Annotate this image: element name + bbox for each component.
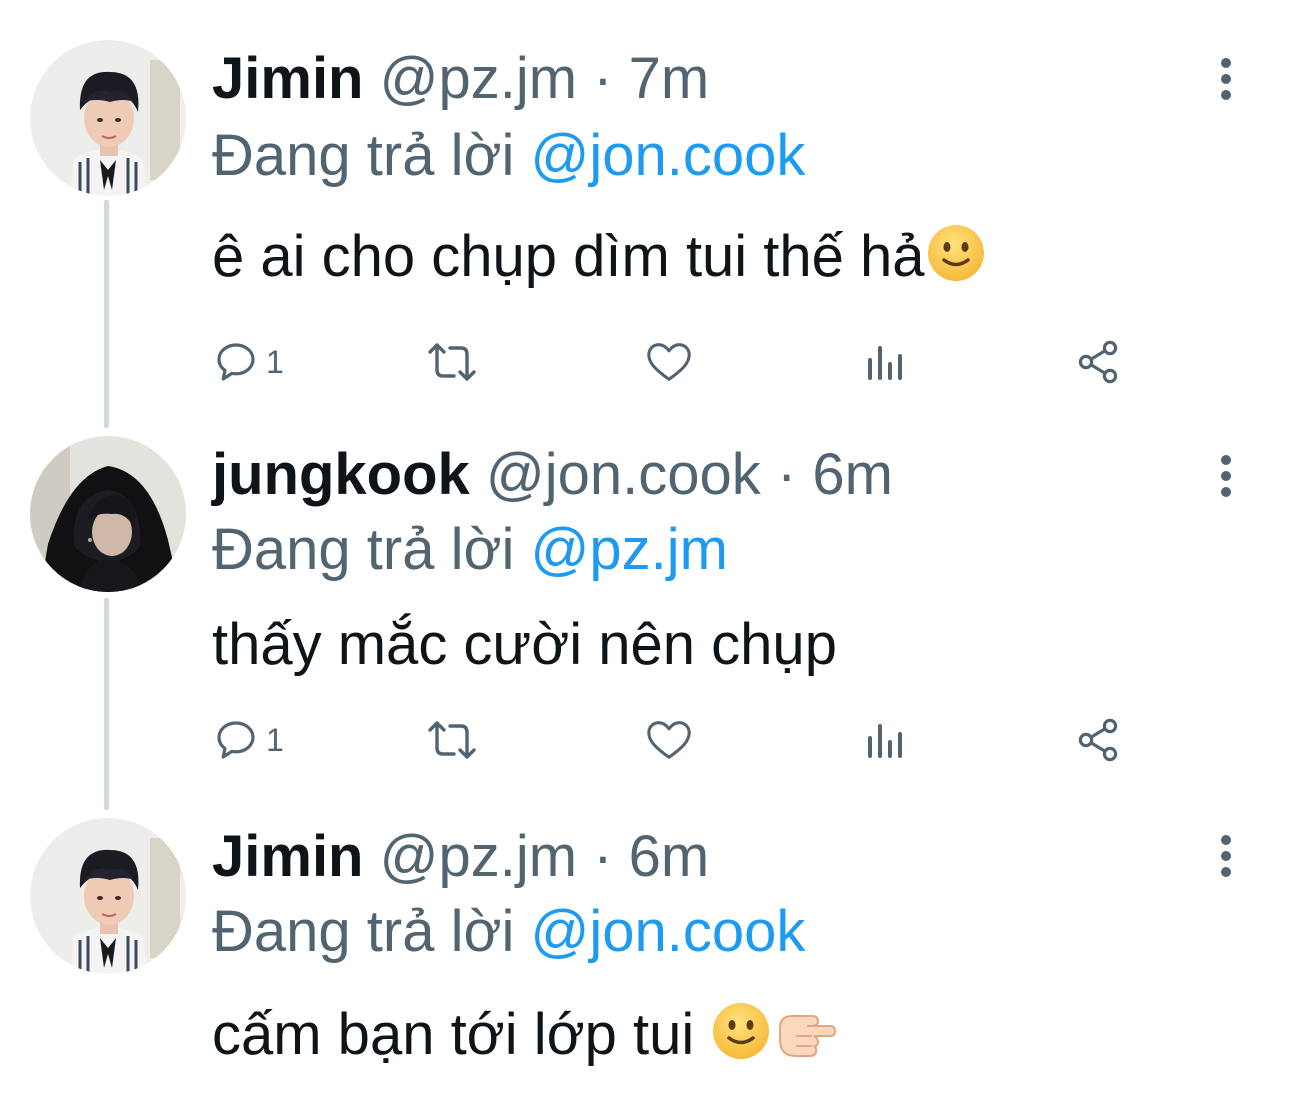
- separator-dot: ·: [593, 824, 613, 889]
- tweet-text-content: thấy mắc cười nên chụp: [212, 612, 837, 677]
- avatar[interactable]: [30, 40, 186, 196]
- tweet[interactable]: Jimin @pz.jm · 7m Đang trả lời @jon.cook…: [0, 0, 1290, 420]
- replying-to-label: Đang trả lời: [212, 123, 515, 188]
- views-button[interactable]: [862, 710, 906, 770]
- replying-to-label: Đang trả lời: [212, 517, 515, 582]
- tweet[interactable]: Jimin @pz.jm · 6m Đang trả lời @jon.cook…: [0, 800, 1290, 1097]
- tweet-text-content: ê ai cho chụp dìm tui thế hả: [212, 224, 925, 289]
- slightly-smiling-face-icon: [710, 1000, 772, 1078]
- timestamp[interactable]: 7m: [629, 46, 710, 111]
- reply-button[interactable]: 1: [212, 710, 284, 770]
- separator-dot: ·: [593, 46, 613, 111]
- jimin-avatar: [30, 40, 186, 196]
- user-handle[interactable]: @pz.jm: [380, 46, 577, 111]
- tweet-header: Jimin @pz.jm · 7m: [212, 44, 709, 114]
- like-icon: [647, 721, 691, 759]
- reply-mention-link[interactable]: @jon.cook: [531, 899, 806, 964]
- reply-icon: [217, 721, 255, 759]
- tweet-text-content: cấm bạn tới lớp tui: [212, 1002, 695, 1067]
- avatar[interactable]: [30, 436, 186, 592]
- retweet-button[interactable]: [424, 332, 480, 392]
- backhand-index-pointing-right-icon: [772, 1000, 838, 1078]
- reply-mention-link[interactable]: @pz.jm: [531, 517, 728, 582]
- reply-count: 1: [266, 721, 284, 758]
- user-handle[interactable]: @pz.jm: [380, 824, 577, 889]
- share-button[interactable]: [1074, 332, 1122, 392]
- views-button[interactable]: [862, 332, 906, 392]
- retweet-button[interactable]: [424, 710, 480, 770]
- retweet-icon: [428, 721, 476, 759]
- replying-to: Đang trả lời @pz.jm: [212, 515, 728, 585]
- like-button[interactable]: [644, 710, 694, 770]
- separator-dot: ·: [776, 442, 797, 507]
- more-options-icon[interactable]: [1212, 832, 1240, 880]
- tweet-header: Jimin @pz.jm · 6m: [212, 822, 709, 892]
- retweet-icon: [428, 343, 476, 381]
- views-icon: [868, 346, 902, 380]
- reply-count: 1: [266, 343, 284, 380]
- replying-to: Đang trả lời @jon.cook: [212, 121, 805, 191]
- tweet[interactable]: jungkook @jon.cook · 6m Đang trả lời @pz…: [0, 420, 1290, 800]
- like-button[interactable]: [644, 332, 694, 392]
- display-name[interactable]: jungkook: [212, 442, 470, 507]
- tweet-actions: 1: [212, 332, 1172, 392]
- timestamp[interactable]: 6m: [629, 824, 710, 889]
- share-icon: [1078, 718, 1118, 762]
- reply-mention-link[interactable]: @jon.cook: [531, 123, 806, 188]
- slightly-smiling-face-icon: [925, 222, 987, 300]
- user-handle[interactable]: @jon.cook: [486, 442, 761, 507]
- share-button[interactable]: [1074, 710, 1122, 770]
- share-icon: [1078, 340, 1118, 384]
- more-options-icon[interactable]: [1212, 55, 1240, 103]
- reply-icon: [217, 343, 255, 381]
- reply-button[interactable]: 1: [212, 332, 284, 392]
- tweet-actions: 1: [212, 710, 1172, 770]
- jimin-avatar: [30, 818, 186, 974]
- display-name[interactable]: Jimin: [212, 824, 364, 889]
- avatar[interactable]: [30, 818, 186, 974]
- tweet-text: ê ai cho chụp dìm tui thế hả: [212, 222, 987, 300]
- display-name[interactable]: Jimin: [212, 46, 364, 111]
- more-options-icon[interactable]: [1212, 452, 1240, 500]
- tweet-text: cấm bạn tới lớp tui: [212, 1000, 838, 1078]
- replying-to-label: Đang trả lời: [212, 899, 515, 964]
- views-icon: [868, 724, 902, 758]
- timestamp[interactable]: 6m: [812, 442, 893, 507]
- tweet-header: jungkook @jon.cook · 6m: [212, 440, 893, 510]
- like-icon: [647, 343, 691, 381]
- tweet-text: thấy mắc cười nên chụp: [212, 610, 837, 680]
- replying-to: Đang trả lời @jon.cook: [212, 897, 805, 967]
- jungkook-avatar: [30, 436, 186, 592]
